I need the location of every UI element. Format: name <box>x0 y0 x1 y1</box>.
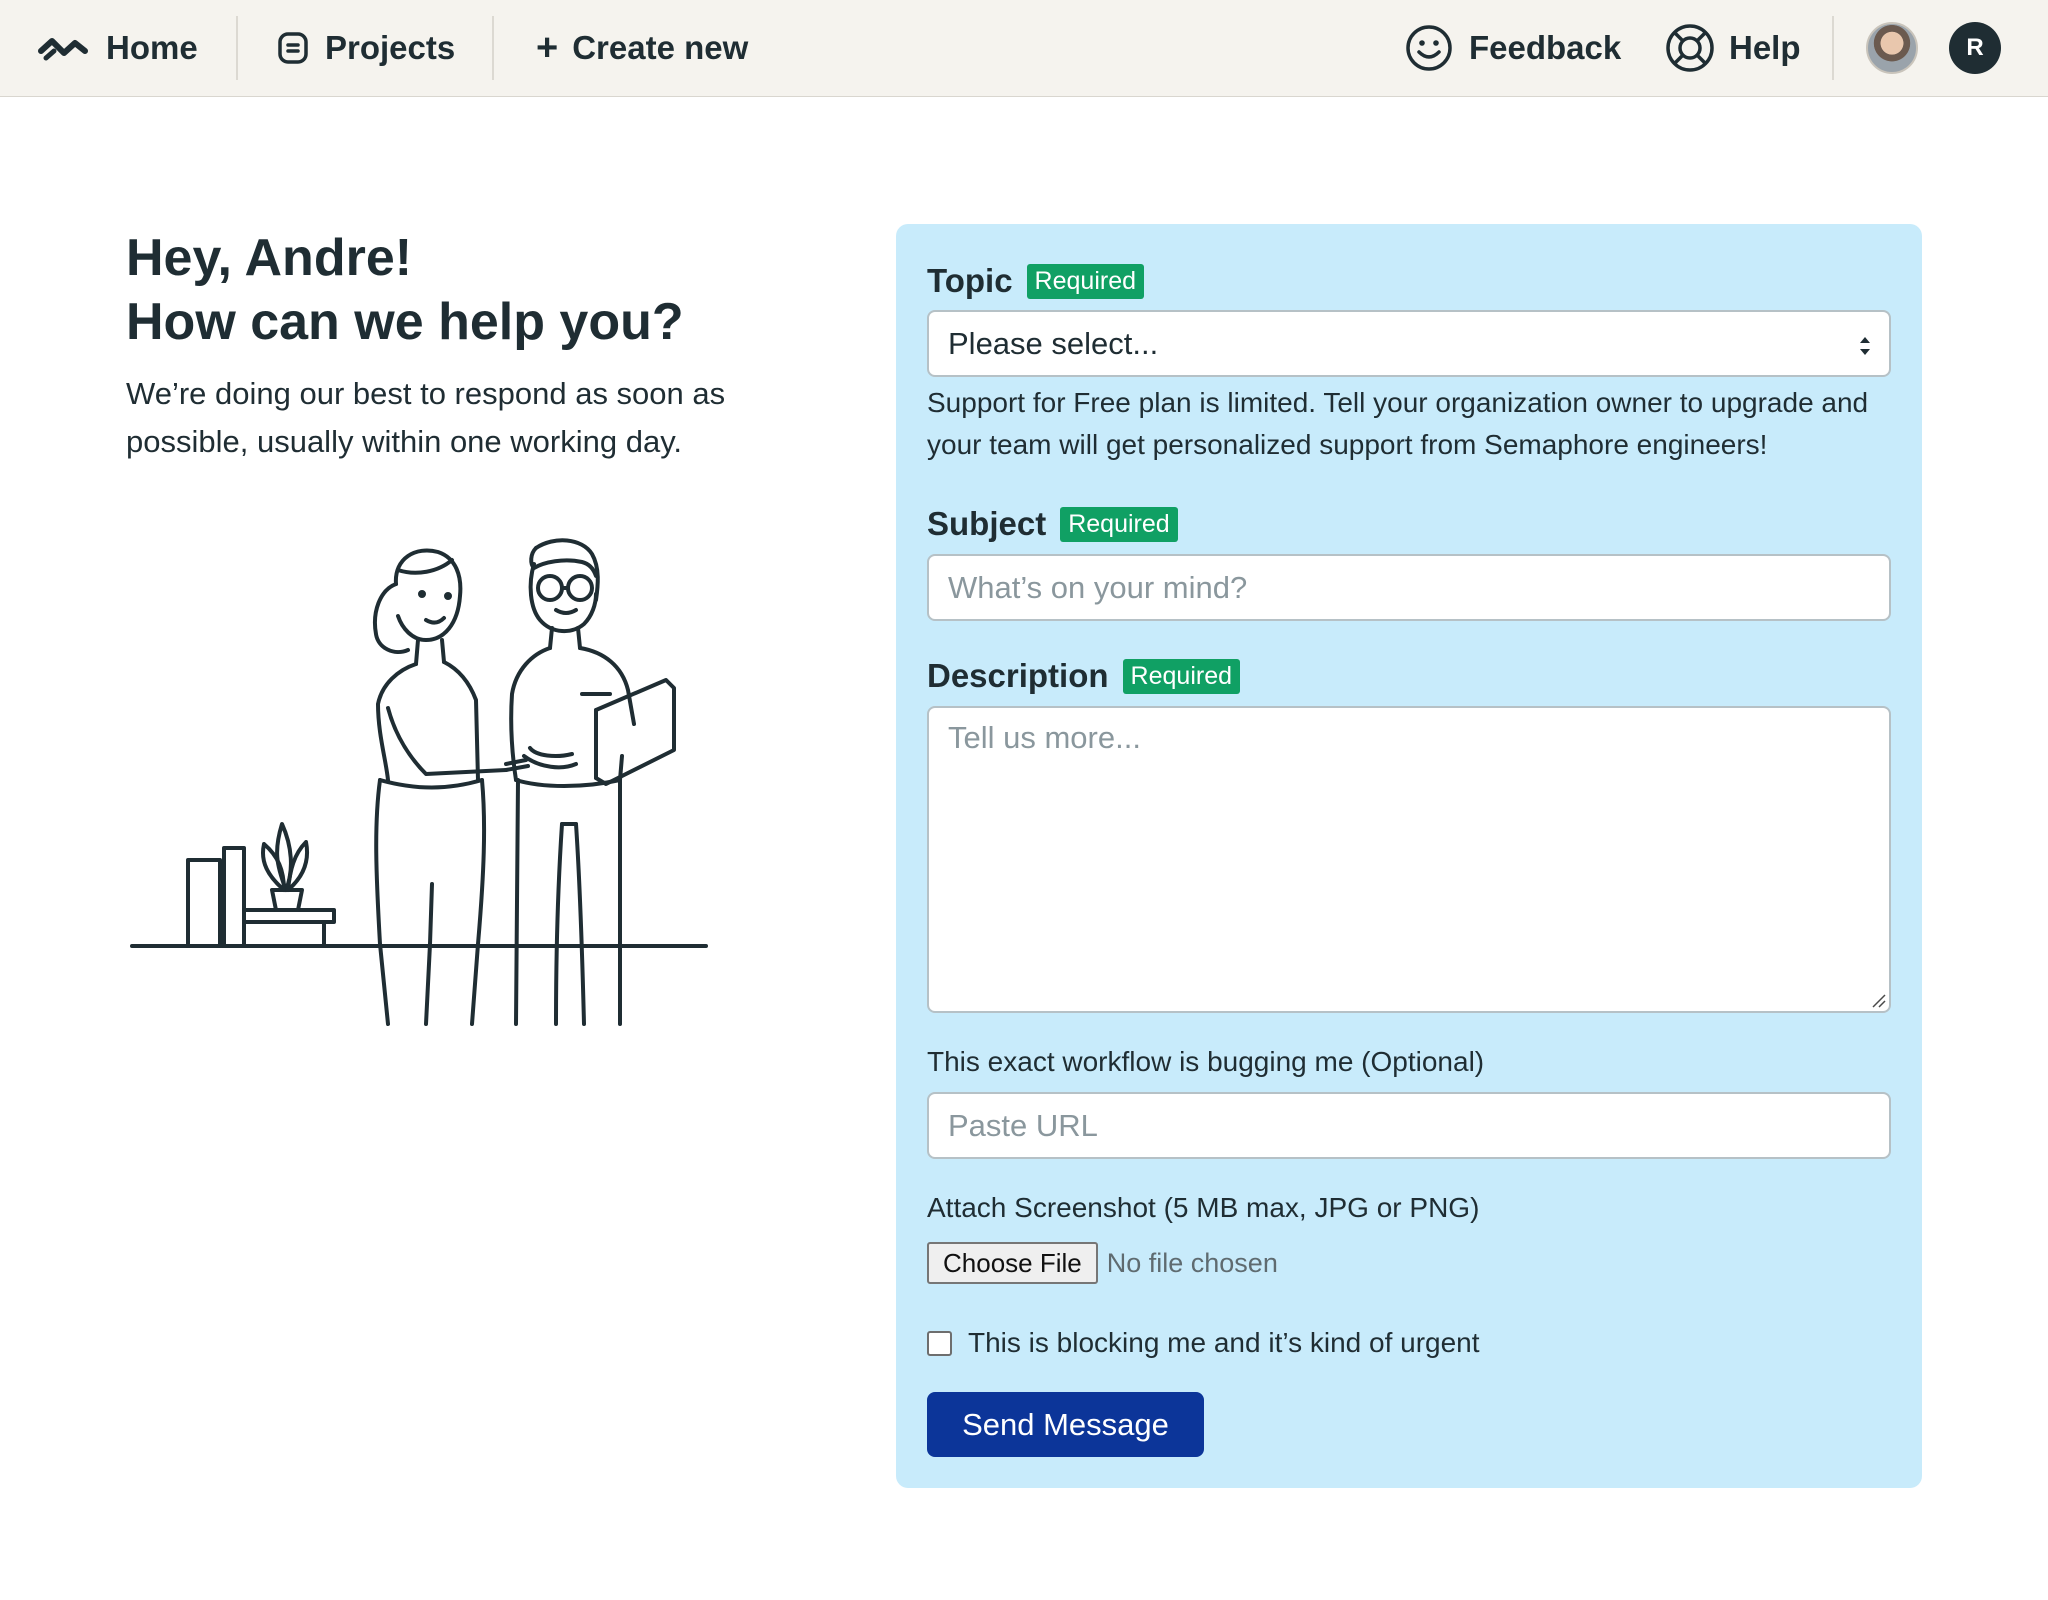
nav-home[interactable]: Home <box>38 0 198 96</box>
help-question: How can we help you? <box>126 293 684 351</box>
support-form: Topic Required Please select... Support … <box>896 224 1922 1488</box>
urgent-checkbox-label[interactable]: This is blocking me and it’s kind of urg… <box>968 1327 1480 1359</box>
nav-divider <box>1832 16 1834 80</box>
plus-icon: + <box>536 27 559 69</box>
user-avatar-photo[interactable] <box>1866 22 1918 74</box>
subject-input[interactable]: What’s on your mind? <box>927 554 1891 621</box>
nav-divider <box>492 16 494 80</box>
required-badge: Required <box>1026 263 1144 299</box>
topic-label: Topic <box>927 262 1013 299</box>
description-placeholder: Tell us more... <box>948 720 1141 755</box>
urgent-option: This is blocking me and it’s kind of urg… <box>927 1327 1480 1359</box>
nav-home-label: Home <box>106 29 198 66</box>
nav-divider <box>236 16 238 80</box>
subject-label: Subject <box>927 505 1047 542</box>
description-label: Description <box>927 657 1109 694</box>
subject-placeholder: What’s on your mind? <box>948 569 1248 605</box>
greeting-line: Hey, Andre! <box>126 229 413 287</box>
projects-icon <box>278 32 308 64</box>
organization-avatar[interactable]: R <box>1949 22 2001 74</box>
semaphore-logo-icon <box>38 38 88 61</box>
topic-selected-value: Please select... <box>948 325 1159 361</box>
nav-help-label: Help <box>1729 29 1801 66</box>
topic-select[interactable]: Please select... <box>927 310 1891 377</box>
nav-feedback-label: Feedback <box>1469 29 1622 66</box>
nav-projects[interactable]: Projects <box>277 0 455 96</box>
greeting-section: Hey, Andre! How can we help you? We’re d… <box>126 226 786 466</box>
description-textarea[interactable]: Tell us more... <box>927 706 1891 1013</box>
response-time-note: We’re doing our best to respond as soon … <box>126 376 726 459</box>
workflow-url-placeholder: Paste URL <box>948 1107 1098 1143</box>
nav-feedback[interactable]: Feedback <box>1405 0 1621 96</box>
urgent-checkbox[interactable] <box>927 1330 952 1356</box>
send-message-button[interactable]: Send Message <box>927 1392 1204 1457</box>
page-title: Hey, Andre! How can we help you? <box>126 226 786 354</box>
nav-create-label: Create new <box>572 29 749 66</box>
nav-help[interactable]: Help <box>1665 0 1801 96</box>
select-arrows-icon <box>1860 337 1870 355</box>
description-label-row: Description Required <box>927 657 1240 695</box>
nav-create-new[interactable]: + Create new <box>536 0 748 96</box>
file-picker: Choose File No file chosen <box>927 1242 1278 1284</box>
attach-screenshot-label: Attach Screenshot (5 MB max, JPG or PNG) <box>927 1192 1480 1223</box>
file-status: No file chosen <box>1106 1247 1278 1278</box>
required-badge: Required <box>1122 658 1240 694</box>
top-navigation: Home Projects + Create new Feedback Help… <box>0 0 2048 97</box>
organization-initial: R <box>1966 34 1984 61</box>
support-illustration <box>130 538 708 1026</box>
choose-file-button[interactable]: Choose File <box>927 1242 1098 1284</box>
free-plan-notice: Support for Free plan is limited. Tell y… <box>927 387 1869 460</box>
workflow-url-label: This exact workflow is bugging me (Optio… <box>927 1046 1485 1077</box>
required-badge: Required <box>1060 506 1178 542</box>
lifebuoy-icon <box>1666 24 1714 72</box>
topic-label-row: Topic Required <box>927 262 1144 300</box>
resize-handle-icon[interactable] <box>1870 992 1886 1008</box>
workflow-url-input[interactable]: Paste URL <box>927 1092 1891 1159</box>
smiley-icon <box>1406 25 1452 71</box>
subject-label-row: Subject Required <box>927 505 1178 543</box>
nav-projects-label: Projects <box>325 29 456 66</box>
